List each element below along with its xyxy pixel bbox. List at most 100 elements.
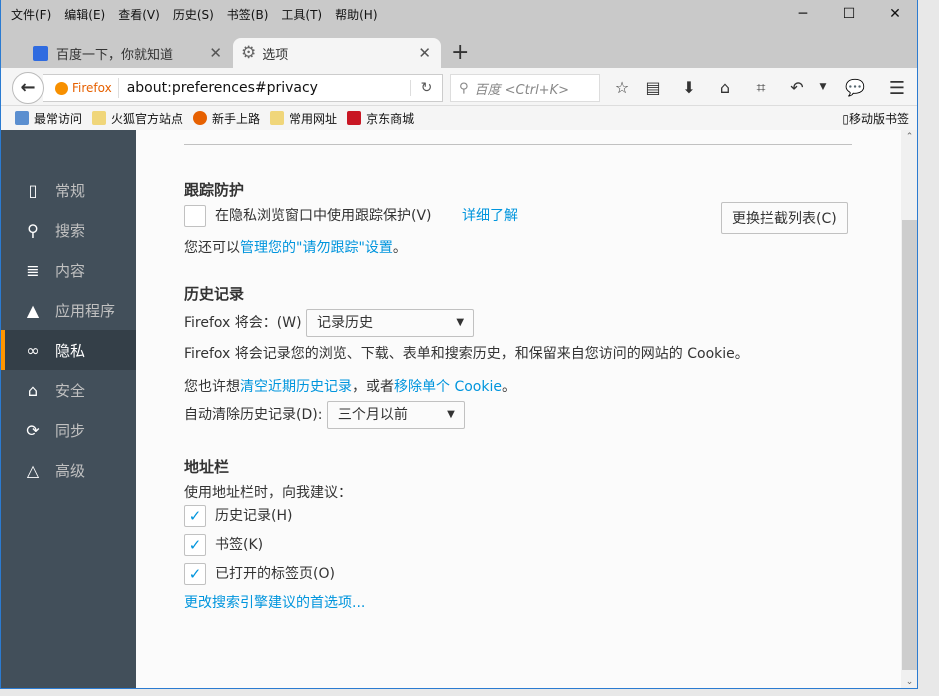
undo-icon[interactable]: ↶ [785,78,809,97]
clear-recent-history-link[interactable]: 清空近期历史记录 [240,379,352,395]
divider [184,144,852,145]
search-input[interactable]: ⚲ 百度 <Ctrl+K> [450,74,600,102]
bookmark-jd[interactable]: 京东商城 [347,110,414,127]
bookmark-star-icon[interactable]: ☆ [610,78,634,97]
sync-icon: ⟳ [26,420,40,440]
text: 。 [392,240,407,256]
new-tab-button[interactable]: + [451,38,469,68]
identity-box[interactable]: Firefox [47,78,119,98]
sidebar-label: 常规 [55,181,86,200]
suggest-open-tabs-checkbox[interactable]: ✓ [184,563,206,585]
menu-help[interactable]: 帮助(H) [335,6,377,23]
sidebar-label: 高级 [55,461,86,480]
url-bar[interactable]: Firefox about:preferences#privacy ↻ [43,74,443,102]
history-links: 您也许想清空近期历史记录，或者移除单个 Cookie。 [184,376,516,396]
scroll-down-icon[interactable]: ⌄ [901,677,917,687]
suggest-history-checkbox[interactable]: ✓ [184,505,206,527]
dropdown-arrow-icon: ▼ [447,409,455,420]
navigation-bar: Firefox about:preferences#privacy ↻ ← ⚲ 百… [1,68,917,106]
menu-history[interactable]: 历史(S) [173,6,214,23]
sidebar-label: 安全 [55,381,86,400]
dropdown-arrow-icon: ▼ [456,317,465,328]
learn-more-link[interactable]: 详细了解 [462,208,518,224]
menu-edit[interactable]: 编辑(E) [64,6,105,23]
tab-strip: 百度一下，你就知道 ✕ ⚙ 选项 ✕ + [1,38,917,68]
home-icon[interactable]: ⌂ [713,78,737,97]
back-button[interactable]: ← [12,72,44,104]
preferences-content: 跟踪防护 在隐私浏览窗口中使用跟踪保护(V) 详细了解 更换拦截列表(C) 您还… [136,130,901,688]
checkbox-label: 书签(K) [215,537,264,553]
tab-title: 百度一下，你就知道 [56,47,174,63]
bookmark-firefox-site[interactable]: 火狐官方站点 [92,110,183,127]
close-tab-icon[interactable]: ✕ [209,44,222,62]
suggest-bookmarks-checkbox[interactable]: ✓ [184,534,206,556]
menu-view[interactable]: 查看(V) [118,6,160,23]
bookmark-most-visited[interactable]: 最常访问 [15,110,82,127]
download-icon[interactable]: ⬇ [677,78,701,97]
url-input[interactable]: about:preferences#privacy [119,80,410,96]
auto-clear-row: 自动清除历史记录(D): 三个月以前 ▼ [184,401,465,429]
scroll-up-icon[interactable]: ⌃ [901,132,917,142]
sidebar-label: 应用程序 [55,301,116,320]
maximize-button[interactable]: ☐ [826,6,872,30]
urlbar-description: 使用地址栏时，向我建议： [184,485,352,501]
menu-file[interactable]: 文件(F) [11,6,51,23]
sidebar-item-advanced[interactable]: △ 高级 [1,450,136,490]
urlbar-heading: 地址栏 [184,458,230,476]
remove-cookies-link[interactable]: 移除单个 Cookie [394,379,502,395]
text: 。 [501,379,516,395]
bookmark-label: 常用网址 [289,111,338,126]
bookmark-getting-started[interactable]: 新手上路 [193,110,260,127]
hamburger-menu-icon[interactable]: ☰ [885,78,909,99]
bookmark-common-sites[interactable]: 常用网址 [270,110,337,127]
scrollbar-thumb[interactable] [902,220,917,670]
bookmarks-menu-icon[interactable]: ▤ [641,78,665,97]
sidebar-label: 隐私 [55,341,86,360]
close-window-button[interactable]: ✕ [872,6,917,30]
screenshot-crop-icon[interactable]: ⌗ [749,78,773,98]
text: 您还可以 [184,240,240,256]
tab-title: 选项 [262,47,289,63]
history-mode-select[interactable]: 记录历史 ▼ [306,309,475,337]
sidebar-item-applications[interactable]: ▲ 应用程序 [1,290,136,330]
search-placeholder: 百度 <Ctrl+K> [474,82,569,98]
tracking-protection-checkbox[interactable] [184,205,206,227]
menu-bookmarks[interactable]: 书签(B) [227,6,269,23]
sidebar-item-sync[interactable]: ⟳ 同步 [1,410,136,450]
bookmark-label: 京东商城 [366,111,415,126]
chat-icon[interactable]: 💬 [843,78,867,97]
document-icon: ≣ [26,260,40,280]
general-icon: ▯ [28,180,38,200]
vertical-scrollbar[interactable]: ⌃ ⌄ [901,130,917,688]
history-mode-label: Firefox 将会：(W) [184,315,302,331]
sidebar-item-content[interactable]: ≣ 内容 [1,250,136,290]
tab-options[interactable]: ⚙ 选项 ✕ [233,38,441,68]
chevron-down-icon[interactable]: ▼ [811,82,835,92]
menu-tools[interactable]: 工具(T) [281,6,322,23]
change-block-list-button[interactable]: 更换拦截列表(C) [721,202,848,234]
phone-icon: ▯ [842,112,849,126]
sidebar-item-search[interactable]: ⚲ 搜索 [1,210,136,250]
baidu-icon [33,45,48,61]
search-folder-icon [15,111,29,125]
mobile-bookmarks-label: 移动版书签 [848,112,909,126]
minimize-button[interactable]: ─ [780,6,826,30]
close-tab-icon[interactable]: ✕ [418,44,431,62]
search-suggestion-prefs-link[interactable]: 更改搜索引擎建议的首选项... [184,592,365,612]
suggest-bookmarks-row: ✓ 书签(K) [184,534,263,556]
tracking-heading: 跟踪防护 [184,181,245,199]
sidebar-item-privacy[interactable]: ∞ 隐私 [1,330,136,370]
sidebar-item-general[interactable]: ▯ 常规 [1,170,136,210]
checkbox-label: 已打开的标签页(O) [215,566,335,582]
sidebar-item-security[interactable]: ⌂ 安全 [1,370,136,410]
reload-icon[interactable]: ↻ [410,80,442,96]
tab-baidu[interactable]: 百度一下，你就知道 ✕ [27,38,232,68]
mask-icon: ∞ [26,340,40,360]
mobile-bookmarks[interactable]: ▯移动版书签 [842,110,909,127]
auto-clear-select[interactable]: 三个月以前 ▼ [326,401,465,429]
jd-icon [347,111,362,125]
lock-icon: ⌂ [27,380,39,400]
search-icon: ⚲ [27,220,39,240]
folder-icon [92,111,107,125]
dnt-settings-link[interactable]: 管理您的"请勿跟踪"设置 [240,240,393,256]
